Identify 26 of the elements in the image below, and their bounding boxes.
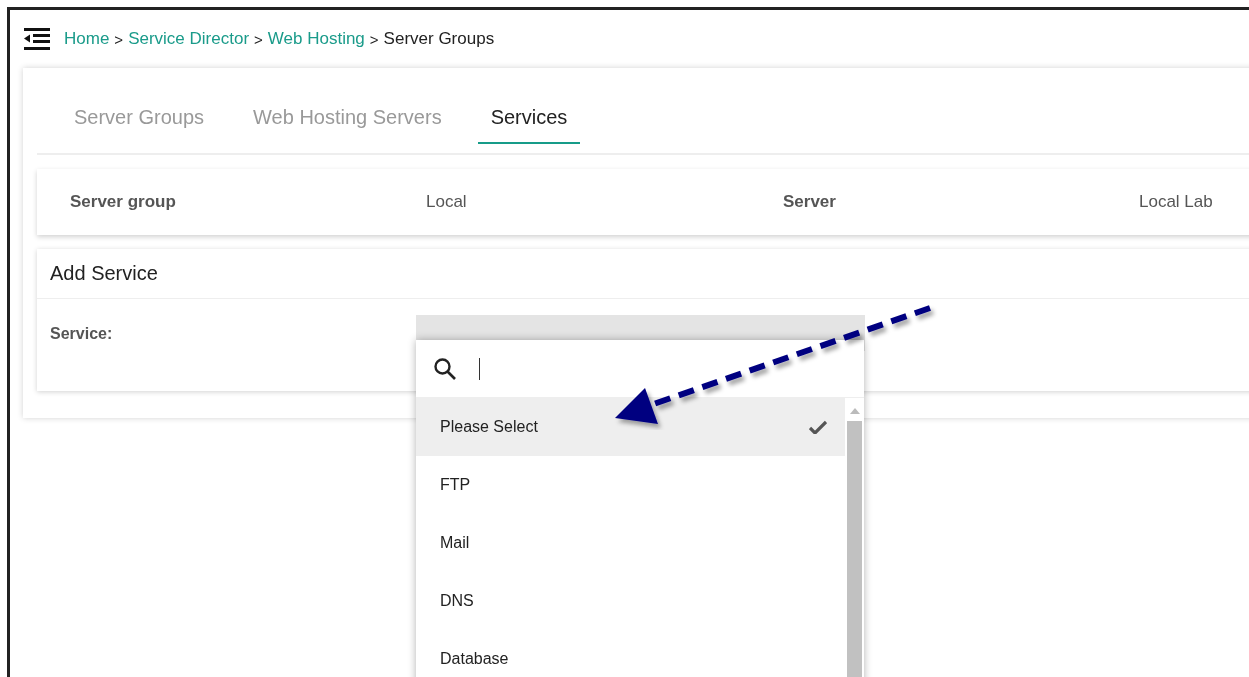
breadcrumb-link[interactable]: Service Director bbox=[128, 29, 250, 49]
breadcrumb-separator: > bbox=[254, 30, 263, 48]
breadcrumb-separator: > bbox=[369, 30, 379, 48]
dropdown-option[interactable]: DNS bbox=[416, 572, 845, 630]
breadcrumb-link[interactable]: Web Hosting bbox=[267, 29, 365, 49]
section-title: Add Service bbox=[50, 262, 158, 285]
search-icon bbox=[433, 356, 457, 381]
field-value: Local bbox=[425, 192, 468, 212]
field-label: Server bbox=[782, 192, 837, 212]
scrollbar[interactable] bbox=[845, 398, 864, 677]
checkmark-icon bbox=[809, 420, 827, 434]
breadcrumb-link[interactable]: Home bbox=[64, 29, 110, 49]
field-label: Server group bbox=[69, 192, 177, 212]
scroll-up-icon[interactable] bbox=[849, 408, 860, 414]
dropdown-option[interactable]: Please Select bbox=[416, 398, 845, 456]
breadcrumb-separator: > bbox=[114, 30, 124, 48]
breadcrumb-current: Server Groups bbox=[383, 29, 495, 49]
field-value: Local Lab bbox=[1138, 192, 1214, 212]
dropdown-option[interactable]: FTP bbox=[416, 456, 845, 514]
dropdown-option[interactable]: Mail bbox=[416, 514, 845, 572]
field-label: Service: bbox=[50, 325, 114, 343]
menu-collapse-icon[interactable] bbox=[24, 28, 50, 50]
dropdown-option[interactable]: Database bbox=[416, 630, 845, 677]
text-cursor bbox=[479, 357, 480, 380]
tab[interactable]: Services bbox=[477, 92, 581, 144]
scroll-thumb[interactable] bbox=[847, 421, 862, 677]
